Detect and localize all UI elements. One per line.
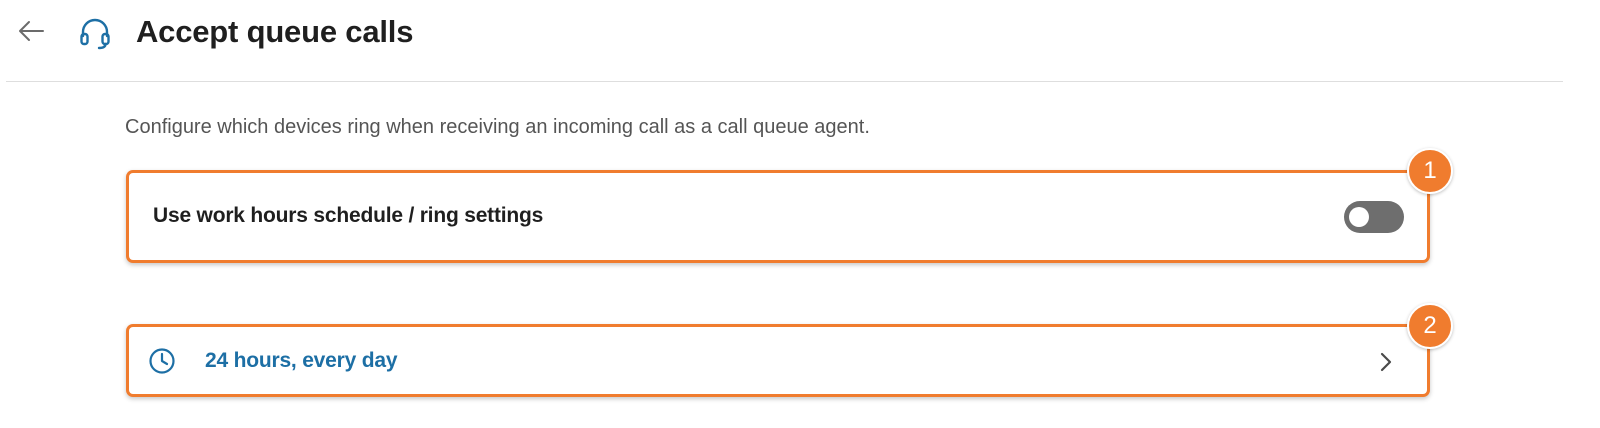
step-badge-2: 2 — [1407, 303, 1453, 349]
arrow-left-icon — [16, 19, 46, 48]
clock-icon — [147, 346, 177, 376]
chevron-right-icon — [1375, 348, 1397, 376]
work-hours-setting-card: Use work hours schedule / ring settings — [126, 170, 1430, 263]
schedule-row[interactable]: 24 hours, every day — [126, 324, 1430, 397]
header-divider — [6, 81, 1563, 82]
back-button[interactable] — [14, 18, 48, 48]
page-title: Accept queue calls — [136, 14, 414, 49]
page-header: Accept queue calls — [0, 0, 1600, 82]
schedule-label: 24 hours, every day — [205, 349, 398, 372]
work-hours-setting-label: Use work hours schedule / ring settings — [153, 204, 544, 227]
headset-icon — [78, 17, 112, 51]
accept-queue-calls-page: Accept queue calls Configure which devic… — [0, 0, 1600, 428]
toggle-knob — [1349, 207, 1369, 227]
page-description: Configure which devices ring when receiv… — [125, 116, 870, 138]
work-hours-toggle[interactable] — [1344, 201, 1404, 233]
step-badge-1: 1 — [1407, 148, 1453, 194]
